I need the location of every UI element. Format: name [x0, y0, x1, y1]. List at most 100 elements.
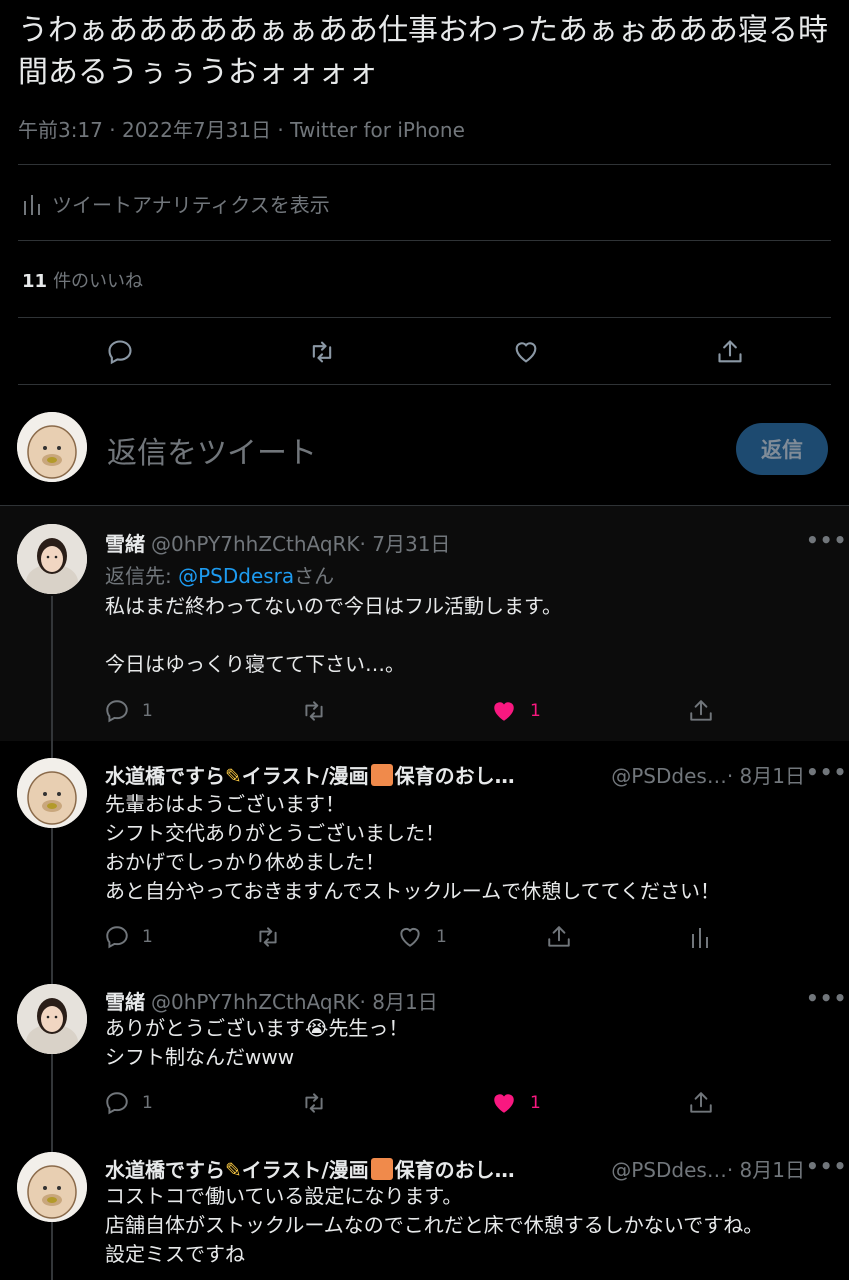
avatar[interactable] — [17, 758, 87, 828]
reply-action[interactable]: 1 — [104, 1088, 153, 1118]
share-icon — [690, 1092, 712, 1113]
user-handle[interactable]: @0hPY7hhZCthAqRK — [151, 990, 360, 1014]
reply-actions: 1 1 — [0, 922, 849, 952]
likes-count[interactable]: 11 件のいいね — [22, 267, 143, 293]
reply-action[interactable]: 1 — [104, 922, 153, 952]
tweet-actions — [0, 334, 849, 374]
name-part: 保育のおし… — [394, 764, 515, 788]
mention-link[interactable]: @PSDdesra — [178, 564, 294, 588]
user-handle[interactable]: @PSDdes… — [611, 1158, 727, 1182]
like-count: 1 — [436, 927, 447, 947]
name-part: 水道橋ですら — [105, 764, 225, 788]
likes-number: 11 — [22, 271, 48, 292]
more-icon[interactable]: ••• — [806, 986, 847, 1010]
timestamp[interactable]: · 8月1日 — [727, 760, 805, 789]
reply-header: 雪緒 @0hPY7hhZCthAqRK · 8月1日 — [105, 986, 805, 1015]
reply-actions: 1 1 — [0, 1088, 849, 1118]
user-handle[interactable]: @0hPY7hhZCthAqRK — [151, 532, 360, 556]
reply-count: 1 — [142, 701, 153, 721]
pencil-icon: ✎ — [225, 764, 242, 788]
reply-text: 先輩おはようございます！ シフト交代ありがとうございました！ おかげでしっかり休… — [105, 792, 720, 903]
share-icon — [690, 700, 712, 721]
reply-header: 水道橋ですら✎イラスト/漫画 保育のおし… @PSDdes… · 8月1日 — [105, 1154, 805, 1183]
divider — [18, 164, 831, 165]
avatar[interactable] — [17, 1152, 87, 1222]
like-count: 1 — [530, 701, 541, 721]
replying-to: 返信先: @PSDdesraさん — [105, 560, 334, 589]
share-icon — [548, 926, 570, 947]
retweet-icon — [259, 927, 277, 947]
reply-header: 雪緒 @0hPY7hhZCthAqRK · 7月31日 — [105, 528, 805, 557]
more-icon[interactable]: ••• — [806, 528, 847, 552]
divider — [18, 317, 831, 318]
like-action[interactable]: 1 — [396, 922, 447, 952]
avatar[interactable] — [17, 524, 87, 594]
reply-text: ありがとうございます😭先生っ！ シフト制なんだwww — [105, 1014, 408, 1072]
share-action[interactable] — [688, 696, 714, 726]
heart-filled-icon — [494, 702, 514, 721]
name-part: イラスト/漫画 — [241, 1158, 369, 1182]
avatar — [17, 412, 87, 482]
like-icon[interactable] — [510, 334, 542, 370]
crying-face-icon: 😭 — [305, 1016, 329, 1040]
timestamp[interactable]: · 8月1日 — [360, 986, 438, 1015]
reply-text: コストコで働いている設定になります。 店舗自体がストックルームなのでこれだと床で… — [105, 1184, 764, 1266]
avatar[interactable] — [17, 984, 87, 1054]
replying-suffix: さん — [294, 564, 335, 588]
reply-icon[interactable] — [104, 334, 136, 370]
reply-action[interactable]: 1 — [104, 696, 153, 726]
name-part: 水道橋ですら — [105, 1158, 225, 1182]
display-name[interactable]: 水道橋ですら✎イラスト/漫画 保育のおし… — [105, 760, 515, 789]
timestamp[interactable]: · 8月1日 — [727, 1154, 805, 1183]
like-action[interactable]: 1 — [490, 696, 541, 726]
reply-count: 1 — [142, 927, 153, 947]
display-name[interactable]: 水道橋ですら✎イラスト/漫画 保育のおし… — [105, 1154, 515, 1183]
likes-label: 件のいいね — [53, 271, 144, 292]
display-name[interactable]: 雪緒 — [105, 986, 145, 1015]
reply-icon — [106, 926, 128, 949]
analytics-action[interactable] — [690, 922, 710, 952]
analytics-link[interactable]: ツイートアナリティクスを表示 — [22, 189, 330, 218]
share-action[interactable] — [688, 1088, 714, 1118]
user-handle[interactable]: @PSDdes… — [611, 764, 727, 788]
analytics-label: ツイートアナリティクスを表示 — [52, 193, 330, 217]
reply-tweet[interactable]: 雪緒 @0hPY7hhZCthAqRK · 8月1日 ••• ありがとうございま… — [0, 970, 849, 1140]
retweet-icon — [305, 701, 323, 721]
reply-button[interactable]: 返信 — [736, 423, 828, 475]
replying-prefix: 返信先: — [105, 564, 179, 588]
teacher-emoji-icon — [370, 764, 393, 786]
share-icon[interactable] — [714, 334, 746, 370]
reply-actions: 1 1 — [0, 696, 849, 726]
reply-text: 私はまだ終わってないので今日はフル活動します。 今日はゆっくり寝てて下さい…。 — [105, 594, 562, 676]
retweet-action[interactable] — [300, 696, 328, 726]
more-icon[interactable]: ••• — [806, 760, 847, 784]
timestamp[interactable]: · 7月31日 — [360, 528, 451, 557]
reply-icon — [106, 700, 128, 723]
name-part: 保育のおし… — [394, 1158, 515, 1182]
reply-count: 1 — [142, 1093, 153, 1113]
reply-input[interactable]: 返信をツイート — [107, 428, 317, 472]
analytics-icon — [692, 928, 708, 948]
reply-tweet[interactable]: 水道橋ですら✎イラスト/漫画 保育のおし… @PSDdes… · 8月1日 •••… — [0, 1140, 849, 1280]
analytics-icon — [24, 194, 40, 215]
reply-icon — [106, 1092, 128, 1115]
reply-composer: 返信をツイート 返信 — [0, 410, 849, 490]
teacher-emoji-icon — [370, 1158, 393, 1180]
share-action[interactable] — [546, 922, 572, 952]
divider — [18, 384, 831, 385]
retweet-icon[interactable] — [306, 334, 338, 370]
tweet-text: うわぁあああああぁぁああ仕事おわったあぁぉあああ寝る時間あるうぅぅうおォォォォ — [18, 13, 828, 90]
name-part: イラスト/漫画 — [241, 764, 369, 788]
reply-header: 水道橋ですら✎イラスト/漫画 保育のおし… @PSDdes… · 8月1日 — [105, 760, 805, 789]
retweet-action[interactable] — [254, 922, 282, 952]
tweet-meta: 午前3:17 · 2022年7月31日 · Twitter for iPhone — [18, 118, 465, 142]
like-action[interactable]: 1 — [490, 1088, 541, 1118]
display-name[interactable]: 雪緒 — [105, 528, 145, 557]
more-icon[interactable]: ••• — [806, 1154, 847, 1178]
like-count: 1 — [530, 1093, 541, 1113]
reply-tweet[interactable]: 雪緒 @0hPY7hhZCthAqRK · 7月31日 ••• 返信先: @PS… — [0, 506, 849, 741]
retweet-action[interactable] — [300, 1088, 328, 1118]
heart-icon — [400, 927, 420, 947]
reply-tweet[interactable]: 水道橋ですら✎イラスト/漫画 保育のおし… @PSDdes… · 8月1日 •••… — [0, 742, 849, 970]
divider — [18, 240, 831, 241]
